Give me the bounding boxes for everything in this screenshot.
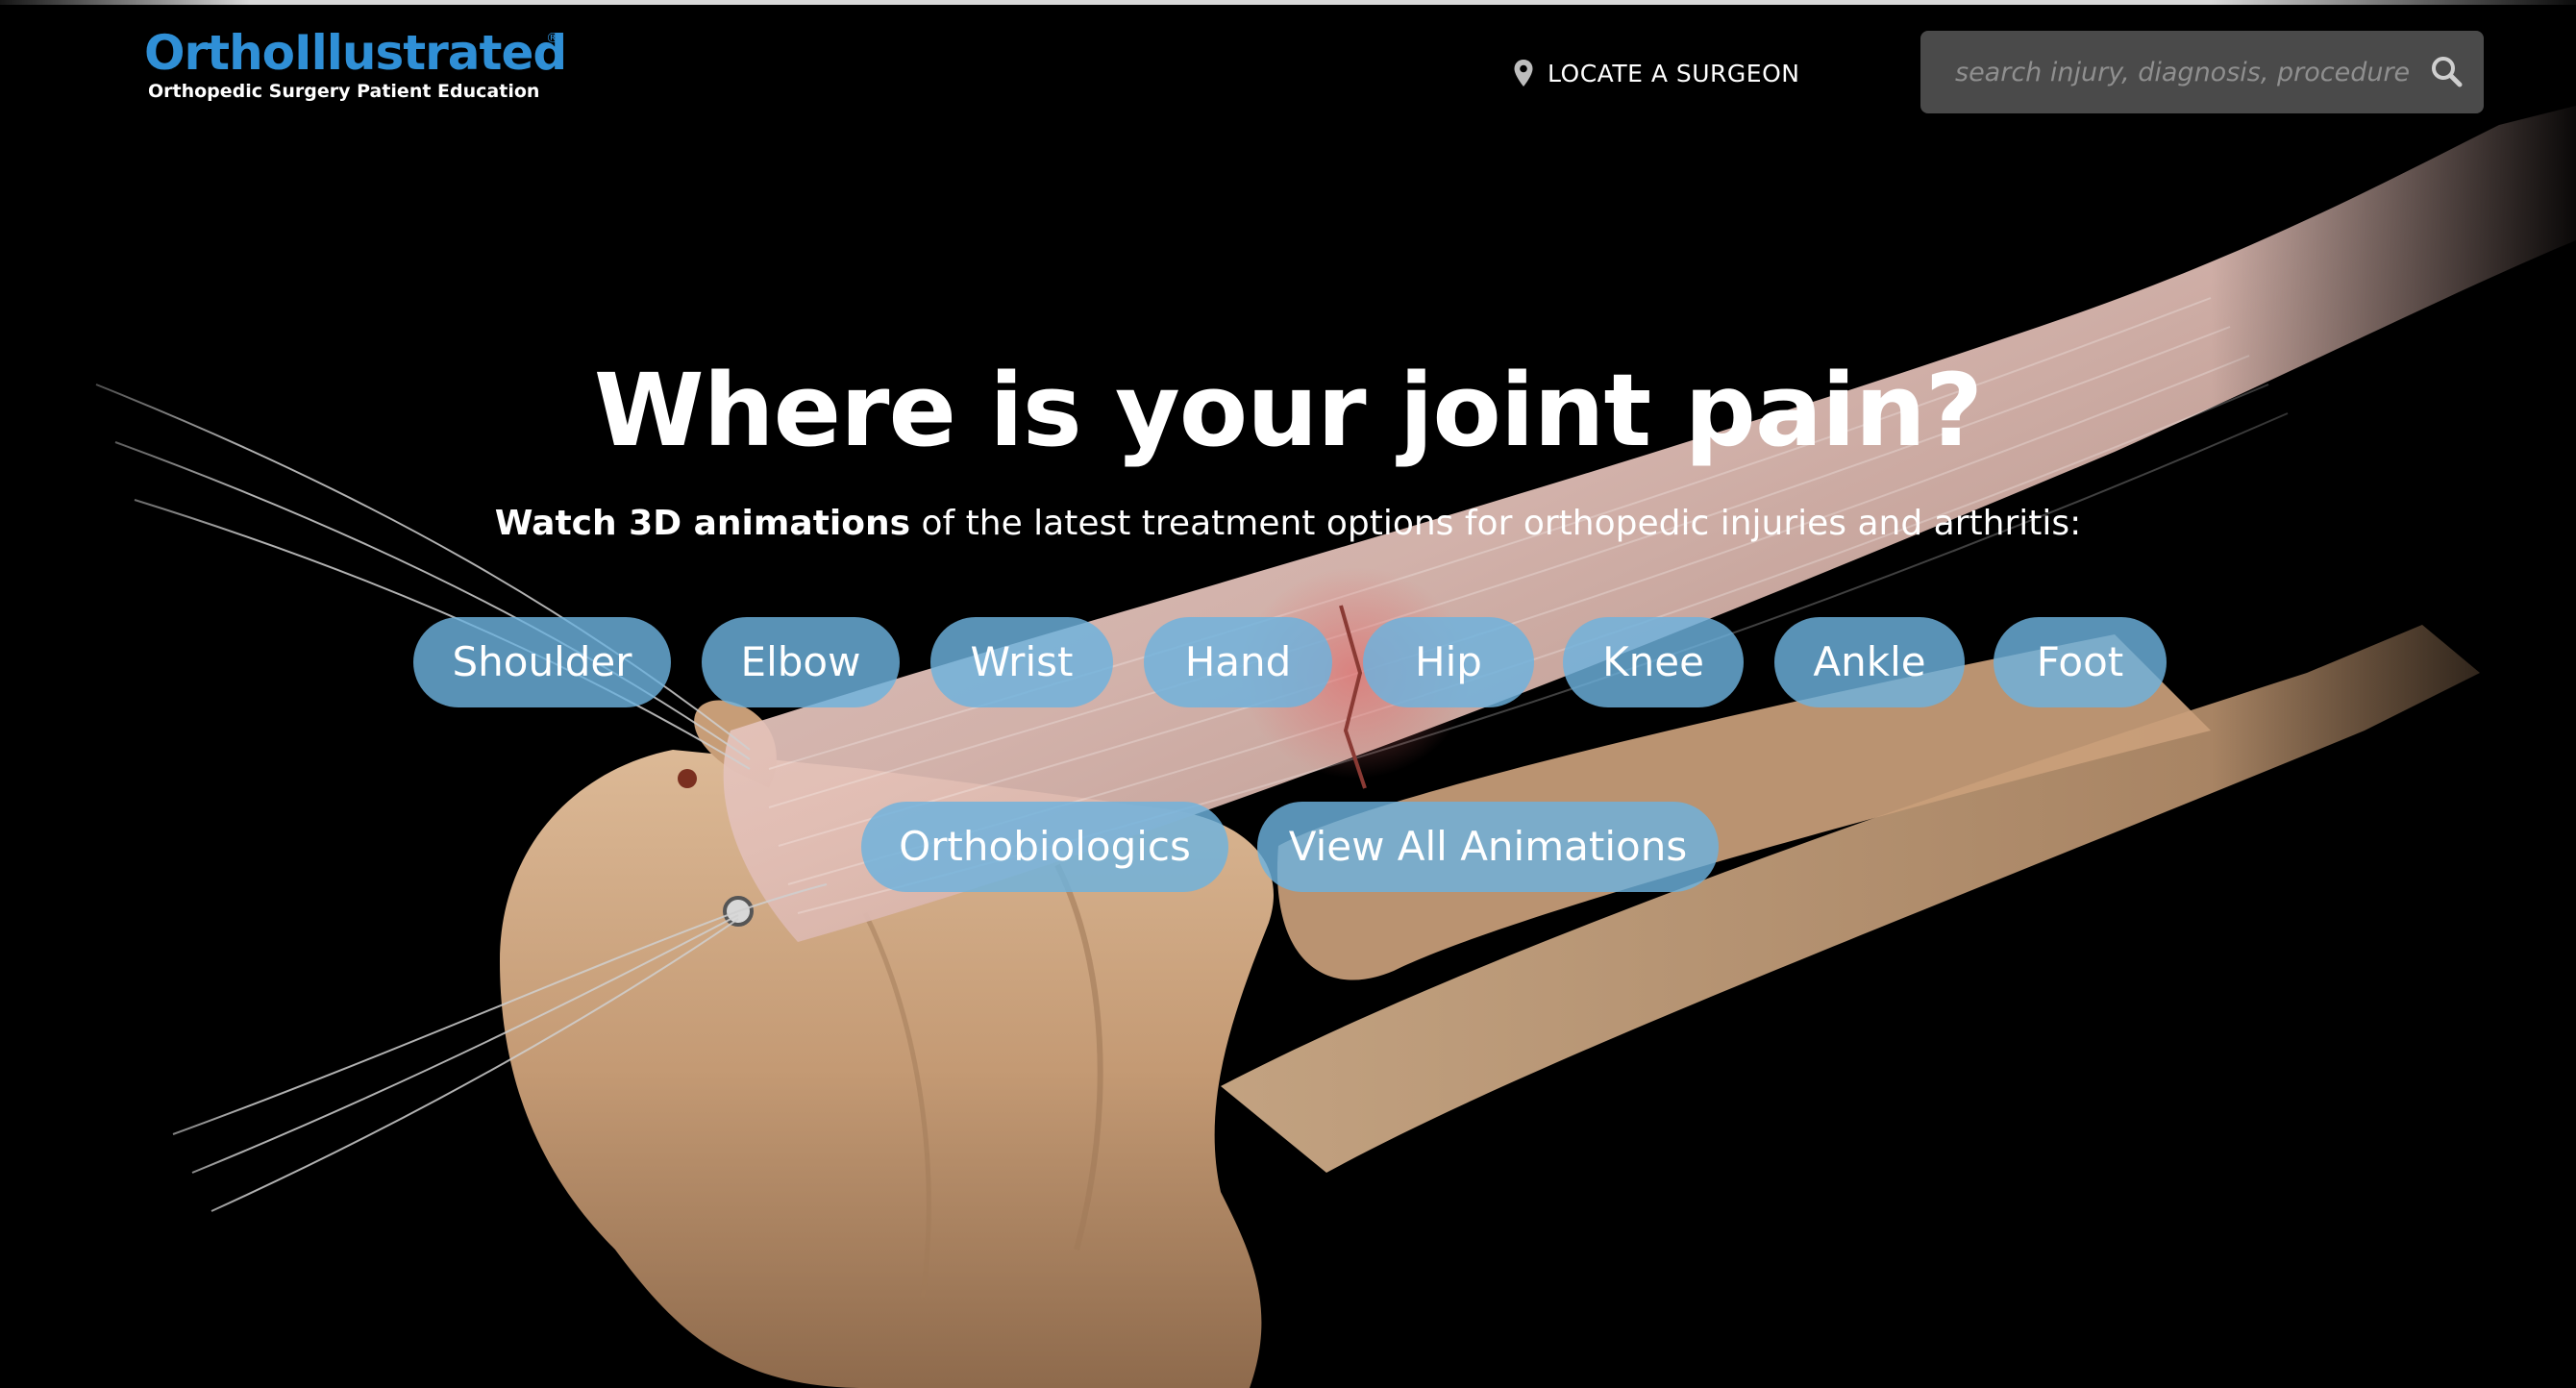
page: OrthoIllustrated ® Orthopedic Surgery Pa… [0, 0, 2576, 1388]
locate-surgeon-label: LOCATE A SURGEON [1548, 59, 1800, 87]
orthobiologics-button[interactable]: Orthobiologics [861, 802, 1228, 892]
brand-logo[interactable]: OrthoIllustrated ® Orthopedic Surgery Pa… [144, 25, 567, 112]
joint-button-hand[interactable]: Hand [1144, 617, 1332, 707]
search-box [1920, 31, 2484, 113]
registered-mark: ® [546, 31, 559, 46]
joint-button-wrist[interactable]: Wrist [930, 617, 1113, 707]
joint-button-elbow[interactable]: Elbow [702, 617, 900, 707]
view-all-animations-button[interactable]: View All Animations [1257, 802, 1719, 892]
locate-surgeon-link[interactable]: LOCATE A SURGEON [1513, 54, 1799, 92]
brand-name: OrthoIllustrated [144, 25, 567, 81]
brand-tagline: Orthopedic Surgery Patient Education [148, 81, 540, 102]
map-pin-icon [1514, 60, 1533, 87]
hero-subline-bold: Watch 3D animations [494, 504, 911, 543]
joint-button-foot[interactable]: Foot [1994, 617, 2167, 707]
joint-button-knee[interactable]: Knee [1563, 617, 1744, 707]
joint-button-shoulder[interactable]: Shoulder [413, 617, 671, 707]
hero-subline: Watch 3D animations of the latest treatm… [0, 500, 2576, 548]
joint-button-ankle[interactable]: Ankle [1774, 617, 1965, 707]
hero-headline: Where is your joint pain? [593, 352, 1983, 469]
joint-button-hip[interactable]: Hip [1363, 617, 1534, 707]
search-input[interactable] [1920, 31, 2411, 113]
search-icon[interactable] [2428, 53, 2466, 91]
hero-subline-rest: of the latest treatment options for orth… [910, 504, 2082, 543]
